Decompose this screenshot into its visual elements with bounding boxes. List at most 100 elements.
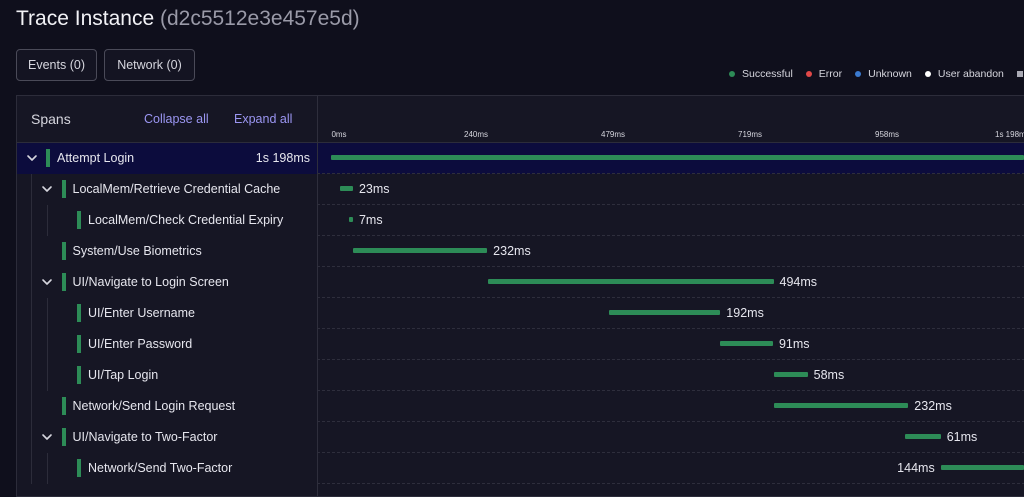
tree-guide-line [31, 267, 32, 298]
timeline-tick-label: 958ms [874, 130, 900, 139]
tree-guide-line [31, 329, 32, 360]
span-duration-label: 144ms [897, 461, 935, 475]
partial-legend-square-icon [1016, 71, 1023, 77]
span-name: Network/Send Login Request [72, 399, 236, 413]
span-row[interactable]: Network/Send Two-Factor 144ms [17, 453, 1024, 484]
status-indicator [61, 397, 66, 415]
tree-guide-line [31, 236, 32, 267]
span-duration-label: 91ms [778, 337, 810, 351]
span-name: UI/Enter Username [88, 306, 195, 320]
user-abandon-dot-icon [924, 71, 931, 77]
trace-id: (d2c5512e3e457e5d) [159, 7, 360, 30]
tree-guide-line [47, 205, 48, 236]
span-row[interactable]: LocalMem/Retrieve Credential Cache 23ms [17, 174, 1024, 205]
tree-guide-line [31, 422, 32, 453]
chevron-down-icon[interactable] [40, 182, 54, 196]
legend-label: Successful [742, 68, 793, 80]
tree-guide-line [47, 453, 48, 484]
timeline-tick-label: 0ms [331, 130, 347, 139]
span-duration-bar[interactable] [352, 248, 488, 253]
span-duration-bar[interactable] [774, 372, 808, 377]
span-row[interactable]: LocalMem/Check Credential Expiry 7ms [17, 205, 1024, 236]
span-duration-bar[interactable] [720, 341, 773, 346]
span-row[interactable]: Attempt Login 1s 198ms [17, 143, 1024, 174]
status-indicator [61, 180, 66, 198]
status-indicator [77, 366, 81, 384]
chevron-down-icon[interactable] [40, 275, 54, 289]
span-duration-label: 192ms [726, 306, 764, 320]
status-legend: Successful Error Unknown User abandon [729, 68, 1024, 80]
span-name: LocalMem/Retrieve Credential Cache [72, 182, 281, 196]
span-row[interactable]: UI/Navigate to Two-Factor 61ms [17, 422, 1024, 453]
legend-item-error: Error [805, 68, 843, 80]
trace-title: Trace Instance [16, 7, 155, 30]
span-row[interactable]: UI/Tap Login 58ms [17, 360, 1024, 391]
legend-item-unknown: Unknown [855, 68, 912, 80]
tree-guide-line [31, 360, 32, 391]
span-duration-label: 1s 198ms [255, 151, 310, 165]
span-duration-bar[interactable] [774, 403, 909, 408]
span-duration-bar[interactable] [940, 465, 1024, 470]
span-row[interactable]: Network/Send Login Request 232ms [17, 391, 1024, 422]
tree-guide-line [47, 298, 48, 329]
span-name: Attempt Login [57, 151, 135, 165]
timeline-tick-label: 719ms [737, 130, 763, 139]
tree-guide-line [31, 391, 32, 422]
status-indicator [61, 428, 66, 446]
row-gridline [317, 483, 1024, 484]
span-duration-bar[interactable] [487, 279, 774, 284]
collapse-all-button[interactable]: Collapse all [144, 112, 209, 126]
timeline-tick-label: 479ms [600, 130, 626, 139]
spans-panel: Spans Collapse all Expand all 0ms 240ms 47… [16, 95, 1024, 497]
span-name: UI/Tap Login [88, 368, 159, 382]
status-indicator [77, 459, 81, 477]
span-name: System/Use Biometrics [72, 244, 202, 258]
spans-heading: Spans [31, 111, 71, 127]
tree-guide-line [31, 205, 32, 236]
span-name: UI/Navigate to Login Screen [72, 275, 229, 289]
legend-label: User abandon [937, 68, 1004, 80]
events-button[interactable]: Events (0) [16, 49, 97, 81]
legend-label: Unknown [868, 68, 912, 80]
panel-header: Spans Collapse all Expand all 0ms 240ms 47… [17, 96, 1024, 143]
error-dot-icon [805, 71, 812, 77]
tree-guide-line [47, 329, 48, 360]
span-row[interactable]: UI/Enter Password 91ms [17, 329, 1024, 360]
status-indicator [77, 304, 81, 322]
span-duration-label: 7ms [358, 213, 383, 227]
column-divider [317, 96, 318, 496]
span-duration-bar[interactable] [609, 310, 721, 315]
successful-dot-icon [729, 71, 735, 77]
span-duration-bar[interactable] [905, 434, 941, 439]
span-name: Network/Send Two-Factor [88, 461, 233, 475]
status-indicator [61, 273, 66, 291]
unknown-dot-icon [855, 71, 862, 77]
span-duration-label: 23ms [358, 182, 390, 196]
legend-label: Error [818, 68, 843, 80]
expand-all-button[interactable]: Expand all [234, 112, 292, 126]
span-name: LocalMem/Check Credential Expiry [88, 213, 284, 227]
tree-guide-line [31, 298, 32, 329]
span-duration-bar[interactable] [331, 155, 1024, 160]
span-duration-label: 232ms [493, 244, 531, 258]
span-row[interactable]: UI/Enter Username 192ms [17, 298, 1024, 329]
status-indicator [77, 211, 81, 229]
span-duration-label: 494ms [779, 275, 818, 289]
span-row[interactable]: System/Use Biometrics 232ms [17, 236, 1024, 267]
span-duration-bar[interactable] [348, 217, 353, 222]
legend-item-user-abandon: User abandon [924, 68, 1004, 80]
span-name: UI/Enter Password [88, 337, 193, 351]
span-row[interactable]: UI/Navigate to Login Screen 494ms [17, 267, 1024, 298]
status-indicator [61, 242, 66, 260]
tree-guide-line [31, 453, 32, 484]
chevron-down-icon[interactable] [25, 151, 39, 165]
tree-guide-line [31, 174, 32, 205]
network-button[interactable]: Network (0) [104, 49, 195, 81]
timeline-tick-label: 240ms [463, 130, 489, 139]
span-duration-label: 232ms [914, 399, 952, 413]
span-duration-bar[interactable] [339, 186, 353, 191]
chevron-down-icon[interactable] [40, 430, 54, 444]
status-indicator [46, 149, 50, 167]
legend-item-successful: Successful [729, 68, 793, 80]
page-title: Trace Instance (d2c5512e3e457e5d) [16, 7, 360, 31]
